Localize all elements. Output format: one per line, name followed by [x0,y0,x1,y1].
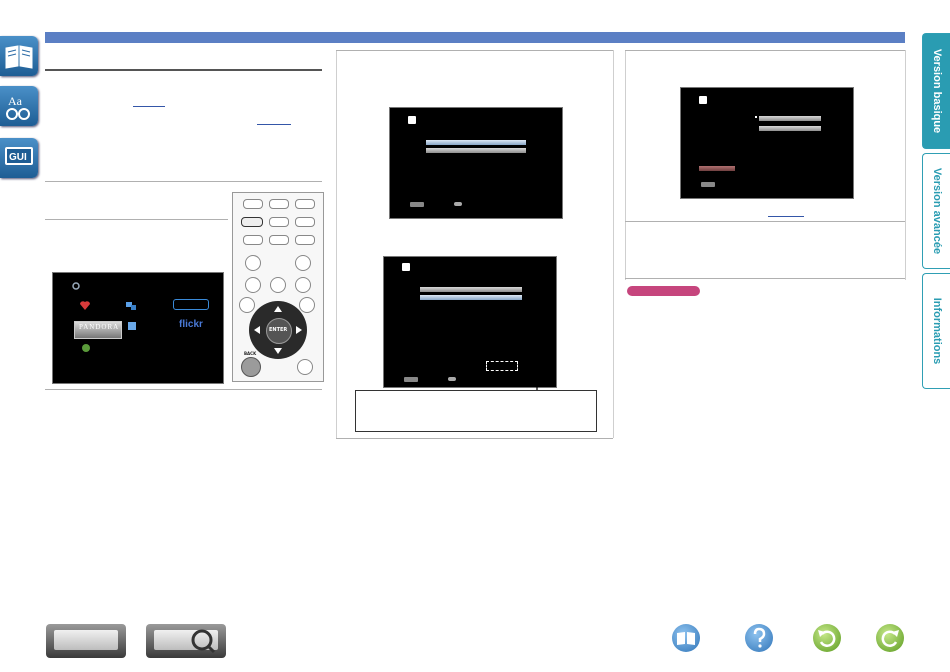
gear-icon [72,282,80,290]
tab-informations[interactable]: Informations [922,273,950,389]
pandora-logo[interactable]: PANDORA [74,321,122,339]
channel-up-button[interactable] [245,255,261,271]
remote-button[interactable] [269,199,289,209]
dictionary-icon: Aa [6,94,30,120]
book-nav-tab[interactable] [0,36,38,76]
online-music-button[interactable] [241,217,263,227]
forward-page-button[interactable] [876,624,904,652]
enter-button[interactable] [454,202,462,206]
magnifier-icon [191,629,216,654]
password-field[interactable] [420,295,522,300]
divider [625,50,905,51]
account-field[interactable] [759,126,821,131]
receiver-front-button[interactable] [46,624,126,658]
divider [45,219,228,220]
cursor-dot [755,116,757,118]
favorite-button[interactable] [295,235,315,245]
account-field[interactable] [759,116,821,121]
navigation-pad[interactable]: ENTER [249,301,307,359]
book-icon [5,45,33,69]
divider [45,181,322,182]
remote-button[interactable] [269,217,289,227]
remote-button[interactable] [243,199,263,209]
svg-text:Aa: Aa [8,94,23,108]
service-logo-1 [173,299,209,310]
back-button[interactable] [701,182,715,187]
mute-button[interactable] [270,277,286,293]
divider [336,50,613,51]
back-page-button[interactable] [813,624,841,652]
channel-down-button[interactable] [245,277,261,293]
note-badge [627,286,700,296]
back-button[interactable] [410,202,424,207]
server-icon [126,302,136,310]
column-divider [613,50,614,438]
column-divider [625,50,626,280]
network-icon [128,322,136,330]
column-divider [905,50,906,280]
help-button[interactable] [745,624,773,652]
tab-version-avancee[interactable]: Version avancée [922,153,950,269]
divider [625,278,905,279]
column-divider [336,50,337,438]
dictionary-nav-tab[interactable]: Aa [0,86,38,126]
account-screen [680,87,854,199]
login-screen [389,107,563,219]
remote-button[interactable] [295,217,315,227]
receiver-remote-button[interactable] [146,624,226,658]
divider [45,389,322,390]
highlight-box [486,361,518,371]
flickr-logo[interactable]: flickr [179,319,203,330]
contents-button[interactable] [672,624,700,652]
email-field[interactable] [420,287,522,292]
favorite-button[interactable] [269,235,289,245]
section-header-bar [45,32,905,43]
back-button[interactable] [404,377,418,382]
volume-down-button[interactable] [295,277,311,293]
password-field[interactable] [426,148,526,153]
pandora-screen-icon [408,116,416,124]
network-menu-screen: PANDORA flickr [52,272,224,384]
redo-arrow-icon [881,630,899,647]
divider [336,438,613,439]
favorite-button[interactable] [243,235,263,245]
account-option[interactable] [699,166,735,171]
pandora-screen-icon [402,263,410,271]
book-icon [677,632,695,645]
back-button[interactable] [241,357,261,377]
volume-up-button[interactable] [295,255,311,271]
remote-button[interactable] [295,199,315,209]
gui-nav-tab[interactable]: GUI [0,138,38,178]
page-link-3[interactable] [768,216,804,217]
back-label: BACK [244,351,257,356]
column1-top-rule [45,69,322,71]
question-icon [753,627,766,648]
radio-icon [82,344,90,352]
page-link-1[interactable] [133,106,165,107]
email-field[interactable] [426,140,526,145]
page-link-2[interactable] [257,124,291,125]
gui-icon: GUI [5,147,33,165]
undo-arrow-icon [818,630,836,647]
setup-button[interactable] [297,359,313,375]
callout-arrow [517,365,538,391]
svg-text:GUI: GUI [9,152,27,163]
pandora-screen-icon [699,96,707,104]
heart-icon [80,301,90,310]
divider [625,221,905,222]
enter-button[interactable] [448,377,456,381]
callout-box [355,390,597,432]
tab-version-basique[interactable]: Version basique [922,33,950,149]
remote-control: ENTER BACK [232,192,324,382]
enter-button[interactable]: ENTER [266,318,292,344]
